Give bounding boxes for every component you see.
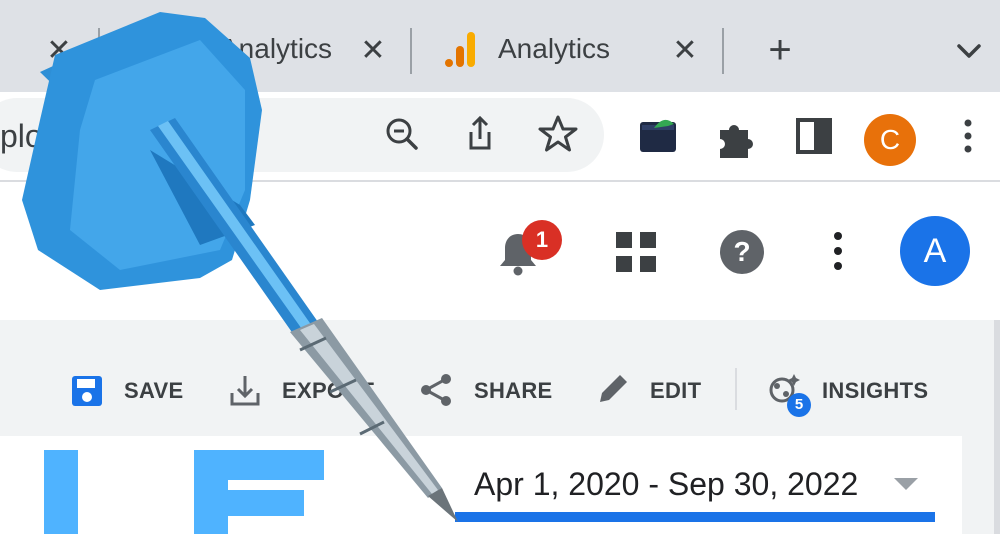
extension-app-icon[interactable] — [636, 114, 680, 158]
tab-separator — [410, 28, 412, 74]
address-bar[interactable]: plor… Keys… — [0, 98, 604, 172]
share-icon[interactable] — [458, 112, 502, 156]
svg-text:?: ? — [733, 236, 750, 267]
pencil-icon — [600, 375, 627, 402]
bookmark-star-icon[interactable] — [536, 112, 580, 156]
edit-label: EDIT — [650, 378, 702, 403]
hero-heading-letter — [194, 490, 304, 516]
app-header: 1 ? A — [0, 184, 1000, 320]
hero-heading-letter — [194, 450, 324, 480]
insights-count-badge: 5 — [787, 393, 811, 417]
save-icon — [72, 376, 102, 406]
caret-down-icon[interactable] — [894, 478, 918, 490]
tab-title[interactable]: Analytics — [498, 33, 610, 65]
zoom-out-icon[interactable] — [380, 112, 424, 156]
tab-title[interactable]: Analytics — [220, 33, 332, 65]
puzzle-extensions-icon[interactable] — [714, 116, 758, 160]
browser-toolbar: plor… Keys… C — [0, 92, 1000, 182]
share-button[interactable]: SHARE — [418, 370, 558, 410]
edit-button[interactable]: EDIT — [596, 370, 708, 410]
profile-avatar[interactable]: C — [864, 114, 916, 166]
date-range-picker[interactable]: Apr 1, 2020 - Sep 30, 2022 — [474, 466, 858, 503]
kebab-menu-icon[interactable] — [946, 114, 990, 158]
account-avatar[interactable]: A — [900, 216, 970, 286]
tab-close-button[interactable]: ✕ — [42, 34, 76, 68]
share-label: SHARE — [474, 378, 553, 403]
browser-tab-strip: ✕ Analytics ✕ Analytics ✕ + — [0, 0, 1000, 92]
insights-label: INSIGHTS — [822, 378, 929, 403]
tab-separator — [722, 28, 724, 74]
hero-heading-letter — [44, 450, 78, 534]
download-icon — [230, 376, 260, 406]
kebab-menu-icon[interactable] — [816, 230, 860, 274]
share-nodes-icon — [421, 374, 451, 406]
tab-close-button[interactable]: ✕ — [668, 34, 702, 68]
apps-grid-icon[interactable] — [614, 230, 658, 274]
side-panel-icon[interactable] — [792, 114, 836, 158]
toolbar-divider — [735, 368, 737, 410]
tab-separator — [98, 28, 100, 74]
address-bar-text[interactable]: plor… Keys… — [0, 118, 350, 155]
scrollbar-track[interactable] — [994, 320, 1000, 534]
export-button[interactable]: EXPORT — [228, 370, 388, 410]
analytics-logo-icon — [445, 32, 475, 67]
help-icon[interactable]: ? — [718, 228, 766, 276]
tab-close-button[interactable]: ✕ — [356, 34, 390, 68]
chevron-down-icon[interactable] — [952, 36, 986, 66]
save-button[interactable]: SAVE — [70, 370, 190, 410]
save-label: SAVE — [124, 378, 184, 403]
date-range-underline — [455, 512, 935, 522]
export-label: EXPORT — [282, 378, 375, 403]
notification-count-badge: 1 — [522, 220, 562, 260]
new-tab-button[interactable]: + — [760, 30, 800, 70]
